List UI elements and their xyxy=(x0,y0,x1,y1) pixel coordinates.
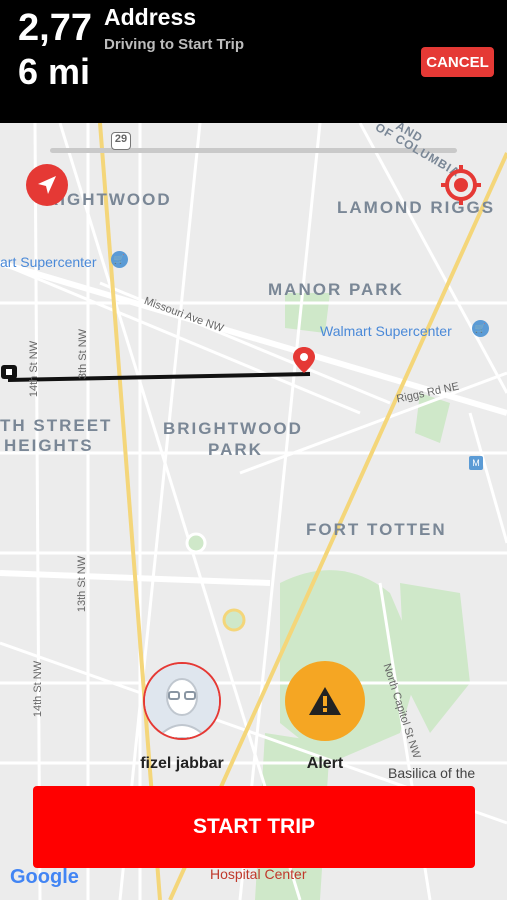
neighborhood-label: TH STREET xyxy=(0,416,113,435)
shopping-icon[interactable]: 🛒 xyxy=(111,251,128,268)
street-label: 14th St NW xyxy=(28,340,41,398)
distance-unit: 6 mi xyxy=(18,51,91,92)
poi-label[interactable]: Walmart Supercenter xyxy=(320,323,452,339)
alert-label: Alert xyxy=(306,755,344,772)
neighborhood-label: HEIGHTS xyxy=(4,436,94,455)
driver-name: fizel jabbar xyxy=(140,755,224,772)
neighborhood-label: BRIGHTWOOD xyxy=(163,419,303,438)
address-title: Address xyxy=(104,4,197,30)
start-trip-button[interactable]: START TRIP xyxy=(33,786,475,868)
poi-label[interactable]: art Supercenter xyxy=(0,254,97,270)
navigation-button[interactable] xyxy=(26,164,68,206)
map-roads xyxy=(0,123,507,900)
map-view[interactable]: RIGHTWOOD LAMOND RIGGS MANOR PARK BRIGHT… xyxy=(0,123,507,900)
address-subtitle: Driving to Start Trip xyxy=(104,36,245,53)
neighborhood-label: FORT TOTTEN xyxy=(306,520,447,539)
neighborhood-label: MANOR PARK xyxy=(268,280,404,299)
poi-label[interactable]: Basilica of the xyxy=(388,765,475,781)
google-logo: Google xyxy=(10,866,79,888)
navigation-arrow-icon xyxy=(38,176,56,194)
alert-button[interactable] xyxy=(285,661,365,741)
shopping-icon[interactable]: 🛒 xyxy=(472,320,489,337)
top-bar: 2,77 6 mi Address Driving to Start Trip … xyxy=(0,0,507,123)
warning-icon xyxy=(309,687,341,715)
street-label: 14th St NW xyxy=(32,660,45,718)
recenter-target-icon[interactable] xyxy=(440,164,482,206)
street-label: 3th St NW xyxy=(77,328,90,380)
metro-icon[interactable]: M xyxy=(469,456,483,470)
cancel-button[interactable]: CANCEL xyxy=(421,47,494,77)
driver-avatar[interactable] xyxy=(143,662,221,740)
map-scroll-indicator[interactable] xyxy=(50,148,457,153)
distance-value: 2,77 xyxy=(18,7,92,49)
poi-label[interactable]: Hospital Center xyxy=(210,866,307,882)
person-avatar-icon xyxy=(145,664,219,738)
start-marker-icon xyxy=(1,365,17,379)
route-shield: 29 xyxy=(111,132,131,150)
destination-pin-icon xyxy=(293,347,315,373)
street-label: 13th St NW xyxy=(76,555,89,613)
neighborhood-label: PARK xyxy=(208,440,263,459)
